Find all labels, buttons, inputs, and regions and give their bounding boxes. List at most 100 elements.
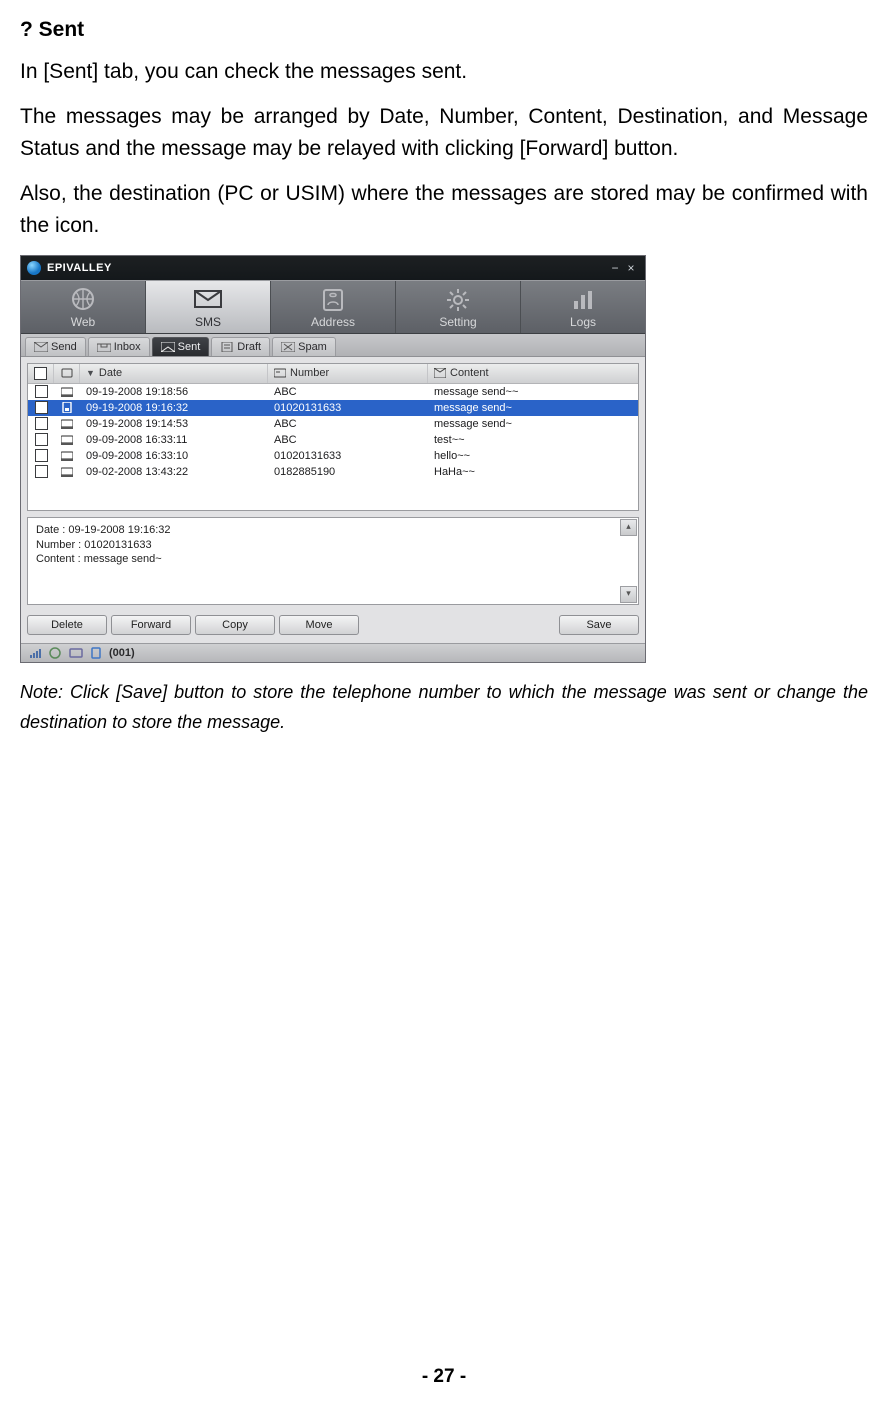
nav-address[interactable]: Address bbox=[271, 281, 396, 333]
tab-inbox-label: Inbox bbox=[114, 341, 141, 353]
row-checkbox[interactable] bbox=[35, 433, 48, 446]
cell-number: 01020131633 bbox=[268, 450, 428, 462]
tab-send-label: Send bbox=[51, 341, 77, 353]
cell-date: 09-19-2008 19:14:53 bbox=[80, 418, 268, 430]
send-icon bbox=[34, 342, 48, 352]
main-nav: Web SMS Address Setting Logs bbox=[21, 280, 645, 334]
nav-address-label: Address bbox=[311, 315, 355, 329]
pc-icon bbox=[61, 466, 73, 477]
cell-number: 01020131633 bbox=[268, 402, 428, 414]
table-row[interactable]: 09-19-2008 19:16:3201020131633message se… bbox=[28, 400, 638, 416]
nav-web[interactable]: Web bbox=[21, 281, 146, 333]
tab-spam-label: Spam bbox=[298, 341, 327, 353]
gear-icon bbox=[443, 287, 473, 313]
move-button[interactable]: Move bbox=[279, 615, 359, 635]
preview-line-content: Content : message send~ bbox=[36, 552, 630, 567]
cell-content: hello~~ bbox=[428, 450, 638, 462]
usim-icon bbox=[61, 402, 73, 413]
sim-small-icon bbox=[89, 647, 103, 659]
storage-icon bbox=[61, 368, 73, 378]
bars-icon bbox=[568, 287, 598, 313]
nav-sms[interactable]: SMS bbox=[146, 281, 271, 333]
save-button[interactable]: Save bbox=[559, 615, 639, 635]
paragraph-arrange: The messages may be arranged by Date, Nu… bbox=[20, 101, 868, 166]
cell-number: ABC bbox=[268, 418, 428, 430]
row-checkbox[interactable] bbox=[35, 449, 48, 462]
table-row[interactable]: 09-09-2008 16:33:11ABCtest~~ bbox=[28, 432, 638, 448]
pc-icon bbox=[61, 450, 73, 461]
card-icon bbox=[274, 368, 286, 378]
app-logo-icon bbox=[27, 261, 41, 275]
status-count: (001) bbox=[109, 647, 135, 659]
cell-date: 09-09-2008 16:33:10 bbox=[80, 450, 268, 462]
forward-button[interactable]: Forward bbox=[111, 615, 191, 635]
tab-sent-label: Sent bbox=[178, 341, 201, 353]
globe-icon bbox=[68, 287, 98, 313]
copy-button[interactable]: Copy bbox=[195, 615, 275, 635]
preview-scroll-down[interactable]: ▾ bbox=[620, 586, 637, 603]
nav-setting-label: Setting bbox=[439, 315, 476, 329]
nav-web-label: Web bbox=[71, 315, 95, 329]
note-text: Note: Click [Save] button to store the t… bbox=[20, 677, 868, 738]
row-checkbox[interactable] bbox=[35, 385, 48, 398]
sent-icon bbox=[161, 342, 175, 352]
close-button[interactable]: × bbox=[623, 261, 639, 275]
sms-subtabs: Send Inbox Sent Draft Spam bbox=[21, 334, 645, 357]
tab-draft[interactable]: Draft bbox=[211, 337, 270, 356]
cell-content: HaHa~~ bbox=[428, 466, 638, 478]
section-heading: ? Sent bbox=[20, 18, 868, 42]
pc-icon bbox=[61, 418, 73, 429]
cell-date: 09-02-2008 13:43:22 bbox=[80, 466, 268, 478]
header-date-label: Date bbox=[99, 367, 122, 379]
inbox-icon bbox=[97, 342, 111, 352]
tab-inbox[interactable]: Inbox bbox=[88, 337, 150, 356]
header-number-label: Number bbox=[290, 367, 329, 379]
nav-sms-label: SMS bbox=[195, 315, 221, 329]
table-row[interactable]: 09-19-2008 19:14:53ABCmessage send~ bbox=[28, 416, 638, 432]
card-small-icon bbox=[69, 647, 83, 659]
nav-setting[interactable]: Setting bbox=[396, 281, 521, 333]
preview-scroll-up[interactable]: ▴ bbox=[620, 519, 637, 536]
message-preview: Date : 09-19-2008 19:16:32 Number : 0102… bbox=[27, 517, 639, 605]
row-checkbox[interactable] bbox=[35, 401, 48, 414]
pc-icon bbox=[61, 386, 73, 397]
cell-date: 09-09-2008 16:33:11 bbox=[80, 434, 268, 446]
tab-draft-label: Draft bbox=[237, 341, 261, 353]
header-storage[interactable] bbox=[54, 364, 80, 383]
signal-icon bbox=[29, 647, 43, 659]
envelope-icon bbox=[191, 287, 225, 313]
pc-icon bbox=[61, 434, 73, 445]
action-buttons: Delete Forward Copy Move Save bbox=[21, 611, 645, 643]
nav-logs[interactable]: Logs bbox=[521, 281, 645, 333]
cell-number: ABC bbox=[268, 434, 428, 446]
cell-number: 0182885190 bbox=[268, 466, 428, 478]
header-number[interactable]: Number bbox=[268, 364, 428, 383]
epivalley-app-window: EPIVALLEY − × Web SMS Address Setting bbox=[20, 255, 646, 663]
message-list: ▼ Date Number Content 09-19-2008 19:18:5… bbox=[27, 363, 639, 511]
cell-content: message send~ bbox=[428, 402, 638, 414]
addressbook-icon bbox=[318, 287, 348, 313]
table-row[interactable]: 09-02-2008 13:43:220182885190HaHa~~ bbox=[28, 464, 638, 480]
page-number: - 27 - bbox=[20, 1366, 868, 1388]
row-checkbox[interactable] bbox=[35, 465, 48, 478]
tab-spam[interactable]: Spam bbox=[272, 337, 336, 356]
paragraph-destination: Also, the destination (PC or USIM) where… bbox=[20, 178, 868, 243]
globe-small-icon bbox=[49, 647, 63, 659]
cell-date: 09-19-2008 19:16:32 bbox=[80, 402, 268, 414]
preview-line-date: Date : 09-19-2008 19:16:32 bbox=[36, 523, 630, 538]
table-row[interactable]: 09-09-2008 16:33:1001020131633hello~~ bbox=[28, 448, 638, 464]
app-title: EPIVALLEY bbox=[47, 262, 112, 274]
table-row[interactable]: 09-19-2008 19:18:56ABCmessage send~~ bbox=[28, 384, 638, 400]
minimize-button[interactable]: − bbox=[607, 261, 623, 275]
delete-button[interactable]: Delete bbox=[27, 615, 107, 635]
header-content-label: Content bbox=[450, 367, 489, 379]
tab-sent[interactable]: Sent bbox=[152, 337, 210, 356]
tab-send[interactable]: Send bbox=[25, 337, 86, 356]
header-checkbox[interactable] bbox=[28, 364, 54, 383]
paragraph-intro: In [Sent] tab, you can check the message… bbox=[20, 56, 868, 89]
row-checkbox[interactable] bbox=[35, 417, 48, 430]
header-date[interactable]: ▼ Date bbox=[80, 364, 268, 383]
draft-icon bbox=[220, 342, 234, 352]
cell-content: test~~ bbox=[428, 434, 638, 446]
header-content[interactable]: Content bbox=[428, 364, 638, 383]
